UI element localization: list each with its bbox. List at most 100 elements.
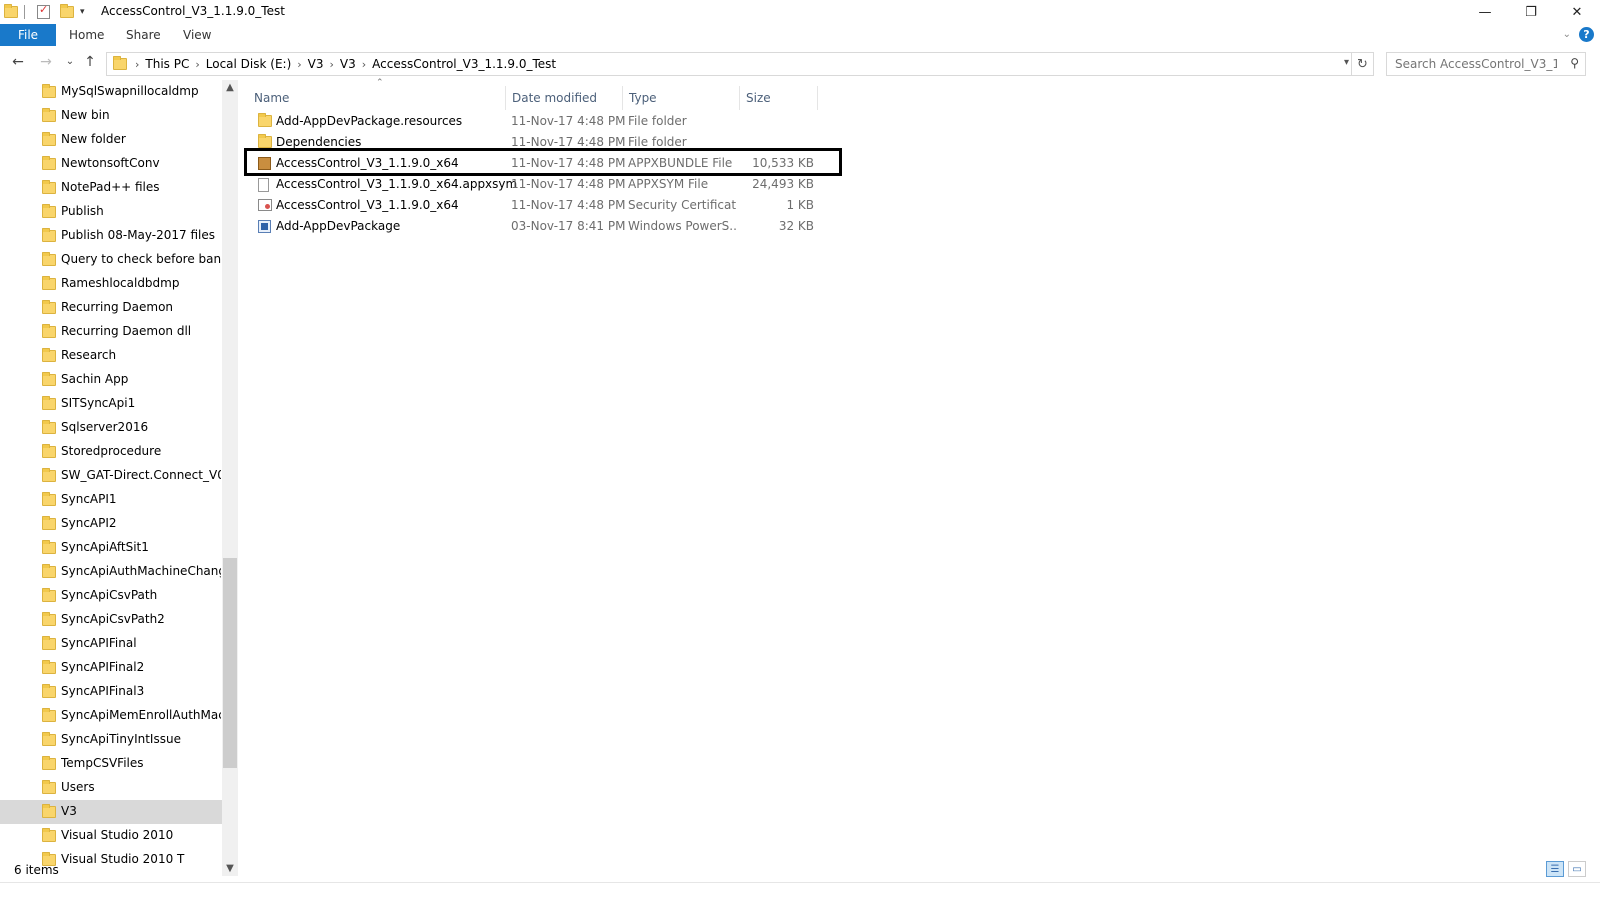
window-controls: — ❐ ✕ bbox=[1462, 0, 1600, 24]
address-dropdown-icon[interactable]: ▾ bbox=[1344, 57, 1349, 68]
sidebar-item-label: Research bbox=[61, 348, 117, 362]
sidebar-item[interactable]: SyncApiTinyIntIssue bbox=[0, 728, 222, 752]
tab-share[interactable]: Share bbox=[126, 28, 161, 42]
folder-icon[interactable] bbox=[4, 4, 18, 18]
crumb-separator[interactable]: › bbox=[135, 58, 139, 71]
sidebar-item[interactable]: New bin bbox=[0, 104, 222, 128]
column-header-size[interactable]: Size bbox=[740, 86, 818, 110]
sidebar-item[interactable]: SyncAPIFinal bbox=[0, 632, 222, 656]
folder-icon bbox=[42, 252, 56, 266]
folder-icon bbox=[42, 804, 56, 818]
folder-icon bbox=[42, 732, 56, 746]
recent-locations-icon[interactable]: ⌄ bbox=[60, 56, 80, 67]
sidebar-item[interactable]: SyncApiCsvPath2 bbox=[0, 608, 222, 632]
sidebar-item[interactable]: SyncApiAftSit1 bbox=[0, 536, 222, 560]
help-icon[interactable]: ? bbox=[1579, 27, 1594, 42]
sidebar-item[interactable]: Visual Studio 2010 bbox=[0, 824, 222, 848]
tab-home[interactable]: Home bbox=[69, 28, 104, 42]
sidebar-item[interactable]: SyncApiMemEnrollAuthMacTr bbox=[0, 704, 222, 728]
nav-pane-scrollbar[interactable]: ▲ ▼ bbox=[222, 80, 238, 876]
sidebar-item[interactable]: Storedprocedure bbox=[0, 440, 222, 464]
breadcrumb-local-disk[interactable]: Local Disk (E:) bbox=[206, 57, 292, 71]
tab-view[interactable]: View bbox=[183, 28, 211, 42]
crumb-separator[interactable]: › bbox=[362, 58, 366, 71]
scrollbar-thumb[interactable] bbox=[223, 558, 237, 768]
address-bar[interactable]: › This PC › Local Disk (E:) › V3 › V3 › … bbox=[106, 52, 1352, 76]
sidebar-item[interactable]: MySqlSwapnillocaldmp bbox=[0, 80, 222, 104]
breadcrumb-v3[interactable]: V3 bbox=[308, 57, 324, 71]
search-box[interactable]: ⚲ bbox=[1386, 52, 1586, 76]
column-header-date-modified[interactable]: Date modified bbox=[506, 86, 623, 110]
sidebar-item[interactable]: New folder bbox=[0, 128, 222, 152]
sidebar-item[interactable]: Recurring Daemon bbox=[0, 296, 222, 320]
search-icon[interactable]: ⚲ bbox=[1570, 56, 1579, 70]
sidebar-item[interactable]: SyncApiCsvPath bbox=[0, 584, 222, 608]
sidebar-item[interactable]: SyncAPIFinal3 bbox=[0, 680, 222, 704]
file-name: Add-AppDevPackage bbox=[276, 219, 401, 233]
file-row[interactable]: AccessControl_V3_1.1.9.0_x64.appxsym 11-… bbox=[248, 174, 828, 195]
sidebar-item[interactable]: Query to check before bank file bbox=[0, 248, 222, 272]
crumb-separator[interactable]: › bbox=[330, 58, 334, 71]
sidebar-item[interactable]: Users bbox=[0, 776, 222, 800]
folder-icon bbox=[42, 780, 56, 794]
column-header-type[interactable]: Type bbox=[623, 86, 740, 110]
file-row[interactable]: AccessControl_V3_1.1.9.0_x64 11-Nov-17 4… bbox=[248, 195, 828, 216]
file-name: Dependencies bbox=[276, 135, 362, 149]
back-arrow-icon[interactable]: ← bbox=[8, 54, 28, 70]
minimize-button[interactable]: — bbox=[1462, 0, 1508, 24]
expand-ribbon-icon[interactable]: ⌄ bbox=[1563, 29, 1571, 40]
file-date: 11-Nov-17 4:48 PM bbox=[511, 114, 626, 128]
restore-button[interactable]: ❐ bbox=[1508, 0, 1554, 24]
forward-arrow-icon[interactable]: → bbox=[36, 54, 56, 70]
scroll-up-icon[interactable]: ▲ bbox=[222, 82, 238, 93]
breadcrumb-current-folder[interactable]: AccessControl_V3_1.1.9.0_Test bbox=[372, 57, 556, 71]
sidebar-item[interactable]: SW_GAT-Direct.Connect_V0201 bbox=[0, 464, 222, 488]
sidebar-item[interactable]: Sachin App bbox=[0, 368, 222, 392]
crumb-separator[interactable]: › bbox=[195, 58, 199, 71]
details-view-icon[interactable]: ☰ bbox=[1546, 861, 1564, 877]
file-type: File folder bbox=[628, 114, 687, 128]
sidebar-item[interactable]: SyncAPI2 bbox=[0, 512, 222, 536]
sidebar-item[interactable]: Recurring Daemon dll bbox=[0, 320, 222, 344]
sidebar-item[interactable]: Rameshlocaldbdmp bbox=[0, 272, 222, 296]
new-folder-icon[interactable] bbox=[60, 4, 74, 18]
view-switcher: ☰ ▭ bbox=[1546, 861, 1586, 877]
sidebar-item-label: Rameshlocaldbdmp bbox=[61, 276, 180, 290]
sidebar-item[interactable]: Research bbox=[0, 344, 222, 368]
address-row: ← → ⌄ ↑ › This PC › Local Disk (E:) › V3… bbox=[0, 50, 1600, 78]
sidebar-item-label: New bin bbox=[61, 108, 110, 122]
sidebar-item[interactable]: Sqlserver2016 bbox=[0, 416, 222, 440]
refresh-icon[interactable]: ↻ bbox=[1352, 52, 1374, 76]
properties-icon[interactable] bbox=[37, 3, 50, 19]
file-row[interactable]: Add-AppDevPackage.resources 11-Nov-17 4:… bbox=[248, 111, 828, 132]
file-row[interactable]: Add-AppDevPackage 03-Nov-17 8:41 PM Wind… bbox=[248, 216, 828, 237]
sidebar-item[interactable]: NotePad++ files bbox=[0, 176, 222, 200]
breadcrumb-this-pc[interactable]: This PC bbox=[145, 57, 189, 71]
sidebar-item[interactable]: SyncAPI1 bbox=[0, 488, 222, 512]
up-arrow-icon[interactable]: ↑ bbox=[80, 54, 100, 70]
sidebar-item[interactable]: Publish bbox=[0, 200, 222, 224]
folder-icon bbox=[42, 372, 56, 386]
sidebar-item[interactable]: SyncAPIFinal2 bbox=[0, 656, 222, 680]
sidebar-item[interactable]: TempCSVFiles bbox=[0, 752, 222, 776]
large-icons-view-icon[interactable]: ▭ bbox=[1568, 861, 1586, 877]
tab-file[interactable]: File bbox=[0, 24, 56, 46]
crumb-separator[interactable]: › bbox=[297, 58, 301, 71]
sidebar-item-label: SyncAPIFinal bbox=[61, 636, 137, 650]
sidebar-item[interactable]: SITSyncApi1 bbox=[0, 392, 222, 416]
file-type: Windows PowerS... bbox=[628, 219, 736, 233]
search-input[interactable] bbox=[1387, 53, 1557, 75]
close-button[interactable]: ✕ bbox=[1554, 0, 1600, 24]
sidebar-item-label: Recurring Daemon bbox=[61, 300, 174, 314]
sidebar-item[interactable]: SyncApiAuthMachineChanges bbox=[0, 560, 222, 584]
sidebar-item-label: SyncApiCsvPath bbox=[61, 588, 158, 602]
sidebar-item-label: MySqlSwapnillocaldmp bbox=[61, 84, 199, 98]
customize-qat-icon[interactable]: ▾ bbox=[80, 7, 85, 17]
breadcrumb-v3-sub[interactable]: V3 bbox=[340, 57, 356, 71]
sidebar-item[interactable]: NewtonsoftConv bbox=[0, 152, 222, 176]
sidebar-item-v3-selected[interactable]: V3 bbox=[0, 800, 222, 824]
column-header-name[interactable]: Name bbox=[248, 86, 506, 110]
sidebar-item[interactable]: Publish 08-May-2017 files bbox=[0, 224, 222, 248]
status-bar: 6 items ☰ ▭ bbox=[0, 860, 1600, 882]
highlight-annotation-box bbox=[244, 148, 842, 176]
